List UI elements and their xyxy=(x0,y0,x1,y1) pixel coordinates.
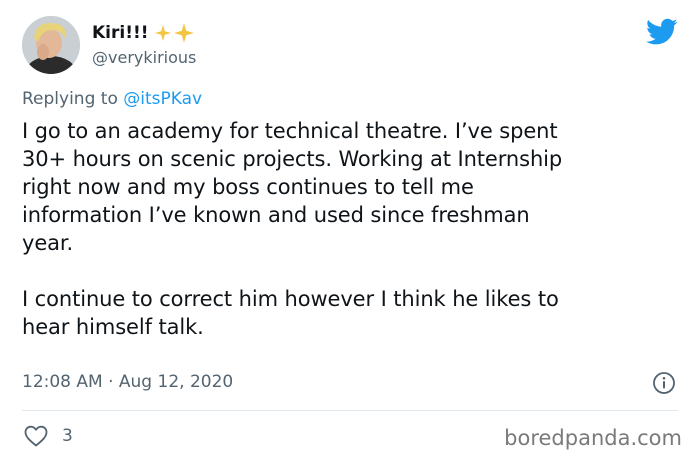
replying-to: Replying to @itsPKav xyxy=(22,89,202,109)
author-name-row: Kiri!!! xyxy=(92,22,195,44)
tweet-paragraph: I continue to correct him however I thin… xyxy=(22,287,559,339)
handle[interactable]: @verykirious xyxy=(92,48,196,67)
like-action[interactable]: 3 xyxy=(24,425,73,447)
tweet-paragraph: I go to an academy for technical theatre… xyxy=(22,119,563,255)
tweet-text: I go to an academy for technical theatre… xyxy=(22,117,682,341)
twitter-bird-icon[interactable] xyxy=(646,18,678,46)
heart-icon[interactable] xyxy=(24,425,48,447)
avatar[interactable] xyxy=(22,16,80,74)
display-name[interactable]: Kiri!!! xyxy=(92,23,148,43)
like-count: 3 xyxy=(62,426,73,446)
tweet-timestamp[interactable]: 12:08 AM · Aug 12, 2020 xyxy=(22,372,233,392)
divider xyxy=(22,410,678,411)
tweet-card: Kiri!!! @verykirious Replying to @itsPKa… xyxy=(0,0,700,463)
watermark: boredpanda.com xyxy=(504,426,682,450)
reply-mention-link[interactable]: @itsPKav xyxy=(123,89,202,109)
sparkles-icon xyxy=(154,22,195,44)
info-icon[interactable] xyxy=(652,371,676,395)
replying-prefix: Replying to xyxy=(22,89,124,109)
avatar-photo xyxy=(22,16,80,74)
